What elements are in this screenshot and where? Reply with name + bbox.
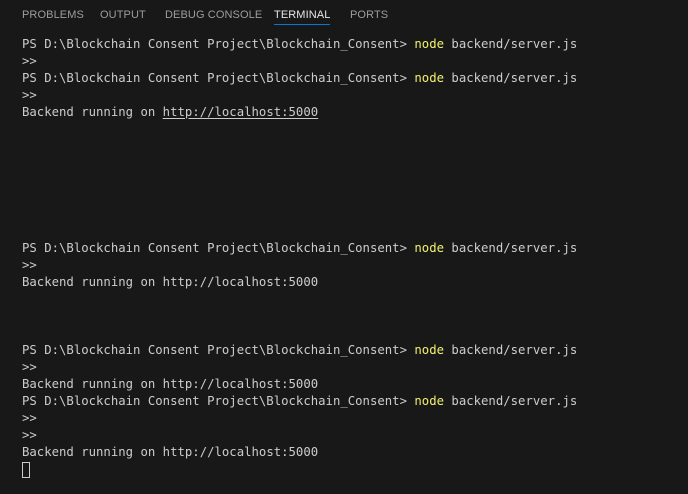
prompt-path: PS D:\Blockchain Consent Project\Blockch… [22,71,415,85]
command-exe: node [414,394,445,408]
command-args: backend/server.js [444,37,578,51]
command-args: backend/server.js [444,71,578,85]
server-output-line: Backend running on http://localhost:5000 [22,104,318,121]
output-prefix: Backend running on [22,275,163,289]
command-exe: node [414,241,445,255]
tab-ports[interactable]: PORTS [350,9,388,26]
tab-terminal[interactable]: TERMINAL [274,9,331,26]
command-args: backend/server.js [444,241,578,255]
terminal-prompt-line: PS D:\Blockchain Consent Project\Blockch… [22,342,577,359]
localhost-url: http://localhost:5000 [162,377,319,391]
terminal-prompt-line: PS D:\Blockchain Consent Project\Blockch… [22,393,577,410]
server-output-line: Backend running on http://localhost:5000 [22,376,318,393]
output-prefix: Backend running on [22,377,163,391]
localhost-url: http://localhost:5000 [162,275,319,289]
output-prefix: Backend running on [22,445,163,459]
command-exe: node [414,37,445,51]
continuation-line: >> [22,411,37,425]
localhost-url: http://localhost:5000 [162,445,319,459]
prompt-path: PS D:\Blockchain Consent Project\Blockch… [22,241,415,255]
command-args: backend/server.js [444,394,578,408]
command-args: backend/server.js [444,343,578,357]
command-exe: node [414,343,445,357]
terminal-prompt-line: PS D:\Blockchain Consent Project\Blockch… [22,36,577,53]
terminal-prompt-line: PS D:\Blockchain Consent Project\Blockch… [22,70,577,87]
terminal-prompt-line: PS D:\Blockchain Consent Project\Blockch… [22,240,577,257]
panel-tab-bar: PROBLEMS OUTPUT DEBUG CONSOLE TERMINAL P… [0,0,688,30]
continuation-line: >> [22,88,37,102]
command-exe: node [414,71,445,85]
prompt-path: PS D:\Blockchain Consent Project\Blockch… [22,343,415,357]
terminal-output[interactable]: PS D:\Blockchain Consent Project\Blockch… [22,36,682,486]
continuation-line: >> [22,54,37,68]
continuation-line: >> [22,258,37,272]
tab-debug-console[interactable]: DEBUG CONSOLE [165,9,262,26]
continuation-line: >> [22,360,37,374]
continuation-line: >> [22,428,37,442]
terminal-cursor [22,462,30,478]
localhost-link[interactable]: http://localhost:5000 [163,105,318,119]
server-output-line: Backend running on http://localhost:5000 [22,274,318,291]
prompt-path: PS D:\Blockchain Consent Project\Blockch… [22,37,415,51]
tab-problems[interactable]: PROBLEMS [22,9,84,26]
server-output-line: Backend running on http://localhost:5000 [22,444,318,461]
output-prefix: Backend running on [22,105,163,119]
prompt-path: PS D:\Blockchain Consent Project\Blockch… [22,394,415,408]
tab-output[interactable]: OUTPUT [100,9,146,26]
